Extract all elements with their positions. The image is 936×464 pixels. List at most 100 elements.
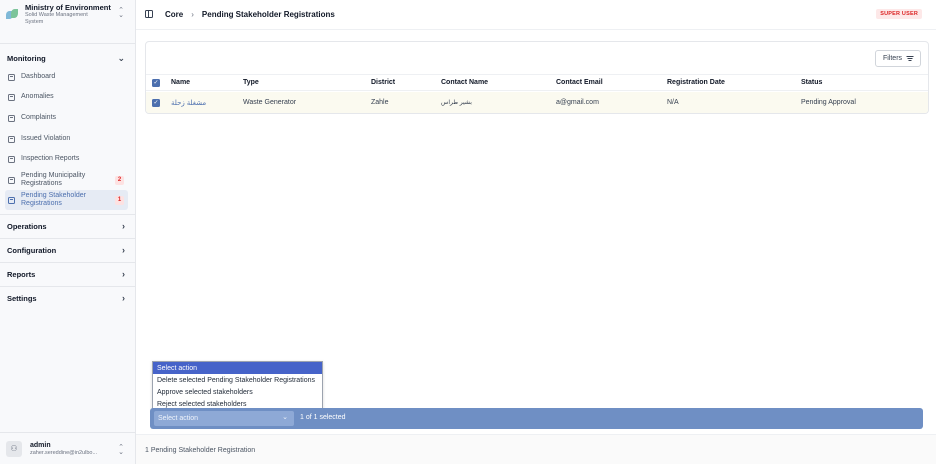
- sidebar-item-label-group: Pending Stakeholder Registrations: [21, 192, 115, 209]
- brand-subtitle-line2: System: [25, 18, 44, 25]
- brand-title: Ministry of Environment: [25, 3, 111, 12]
- sidebar-item-label: Pending Stakeholder: [21, 191, 86, 199]
- sidebar-item-label-line2: Registrations: [21, 200, 62, 207]
- chevron-up-down-icon[interactable]: ⌃ ⌄: [118, 7, 124, 19]
- section-label: Operations: [7, 221, 47, 231]
- cell-contact-email: a@gmail.com: [556, 99, 599, 106]
- sidebar-item-label: Dashboard: [21, 72, 56, 80]
- document-icon: [8, 176, 15, 184]
- section-label: Configuration: [7, 245, 57, 255]
- column-header-contact-email[interactable]: Contact Email: [556, 75, 603, 90]
- divider: [0, 43, 136, 44]
- sidebar-item-complaints[interactable]: Complaints: [5, 112, 128, 124]
- bulk-action-bar: Select action ⌄ 1 of 1 selected: [150, 408, 923, 429]
- section-operations[interactable]: Operations ›: [7, 220, 125, 232]
- table-header: ✓ Name Type District Contact Name Contac…: [146, 74, 928, 91]
- user-email: zaher.sereddine@in2ulbo...: [30, 449, 98, 456]
- cell-type: Waste Generator: [243, 99, 297, 106]
- count-badge: 2: [115, 175, 124, 185]
- divider: [0, 214, 136, 215]
- sidebar-toggle-icon[interactable]: [145, 10, 153, 18]
- select-all-checkbox[interactable]: ✓: [152, 75, 160, 90]
- section-label: Monitoring: [7, 53, 46, 63]
- chevron-right-icon: ›: [122, 245, 125, 255]
- action-option-select[interactable]: Select action: [153, 362, 322, 374]
- selection-count: 1 of 1 selected: [300, 414, 346, 421]
- column-header-name[interactable]: Name: [171, 75, 190, 90]
- checkmark-icon: ✓: [152, 78, 160, 87]
- user-icon: ⚇: [10, 444, 18, 453]
- section-label: Reports: [7, 269, 36, 279]
- sidebar-item-label-line2: Registrations: [21, 180, 62, 187]
- sidebar-item-pending-municipality[interactable]: Pending Municipality Registrations 2: [5, 170, 128, 190]
- chevron-down-icon: ⌄: [117, 52, 125, 63]
- results-footer: 1 Pending Stakeholder Registration: [136, 434, 936, 464]
- chevron-right-icon: ›: [122, 293, 125, 303]
- sidebar-item-anomalies[interactable]: Anomalies: [5, 91, 128, 103]
- sidebar-item-label: Inspection Reports: [21, 154, 80, 162]
- divider: [0, 286, 136, 287]
- section-reports[interactable]: Reports ›: [7, 268, 125, 280]
- section-monitoring[interactable]: Monitoring ⌄: [7, 52, 125, 64]
- user-name: admin: [30, 441, 51, 449]
- row-checkbox[interactable]: ✓: [152, 92, 160, 113]
- role-badge: SUPER USER: [876, 9, 922, 19]
- chevron-right-icon: ›: [122, 269, 125, 279]
- chevron-up-down-icon[interactable]: ⌃ ⌄: [118, 444, 124, 456]
- document-icon: [8, 93, 15, 101]
- table-row[interactable]: ✓ مشغلة زحلة Waste Generator Zahle بشير …: [146, 92, 928, 113]
- chevron-right-icon: ›: [122, 221, 125, 231]
- ministry-logo-icon: [6, 8, 19, 21]
- cell-district: Zahle: [371, 99, 389, 106]
- sidebar-item-label: Pending Municipality: [21, 171, 86, 179]
- sidebar-item-label-group: Pending Municipality Registrations: [21, 172, 115, 189]
- document-icon: [8, 114, 15, 122]
- sidebar-item-label: Anomalies: [21, 92, 54, 100]
- top-header: Core › Pending Stakeholder Registrations…: [136, 0, 936, 30]
- sidebar: Ministry of Environment Solid Waste Mana…: [0, 0, 136, 464]
- results-summary: 1 Pending Stakeholder Registration: [145, 447, 256, 454]
- chevron-right-icon: ›: [191, 10, 194, 19]
- document-icon: [8, 135, 15, 143]
- divider: [0, 238, 136, 239]
- sidebar-item-label: Complaints: [21, 113, 57, 121]
- checkmark-icon: ✓: [152, 98, 160, 107]
- section-configuration[interactable]: Configuration ›: [7, 244, 125, 256]
- sidebar-item-dashboard[interactable]: Dashboard: [5, 71, 128, 83]
- sidebar-item-label: Issued Violation: [21, 134, 71, 142]
- sidebar-item-issued-violation[interactable]: Issued Violation: [5, 133, 128, 145]
- column-header-type[interactable]: Type: [243, 75, 259, 90]
- column-header-status[interactable]: Status: [801, 75, 822, 90]
- breadcrumb-root[interactable]: Core: [165, 10, 183, 19]
- filters-label: Filters: [882, 55, 903, 62]
- column-header-registration-date[interactable]: Registration Date: [667, 75, 725, 90]
- action-select-value: Select action: [158, 415, 199, 422]
- section-label: Settings: [7, 293, 37, 303]
- cell-registration-date: N/A: [667, 99, 679, 106]
- sidebar-item-inspection-reports[interactable]: Inspection Reports: [5, 153, 128, 165]
- avatar: ⚇: [6, 440, 22, 457]
- document-icon: [8, 155, 15, 163]
- breadcrumb: Core › Pending Stakeholder Registrations: [165, 10, 335, 19]
- divider: [0, 262, 136, 263]
- filters-button[interactable]: Filters: [875, 50, 921, 67]
- registrations-table-card: Filters ✓ Name Type District Contact Nam…: [145, 41, 929, 114]
- column-header-district[interactable]: District: [371, 75, 395, 90]
- page-title: Pending Stakeholder Registrations: [201, 10, 335, 19]
- section-settings[interactable]: Settings ›: [7, 292, 125, 304]
- action-option-approve[interactable]: Approve selected stakeholders: [153, 386, 322, 398]
- document-icon: [8, 73, 15, 81]
- user-menu[interactable]: ⚇ admin zaher.sereddine@in2ulbo... ⌃ ⌄: [0, 432, 136, 464]
- chevron-down-icon: ⌄: [282, 414, 288, 421]
- column-header-contact-name[interactable]: Contact Name: [441, 75, 488, 90]
- brand-header[interactable]: Ministry of Environment Solid Waste Mana…: [0, 0, 136, 30]
- cell-contact-name: بشير طراس: [441, 100, 472, 106]
- action-option-delete[interactable]: Delete selected Pending Stakeholder Regi…: [153, 374, 322, 386]
- filter-icon: [906, 56, 914, 61]
- action-select[interactable]: Select action ⌄: [154, 411, 294, 426]
- cell-name-link[interactable]: مشغلة زحلة: [171, 92, 206, 113]
- document-icon: [8, 196, 15, 204]
- action-dropdown-list[interactable]: Select action Delete selected Pending St…: [152, 361, 323, 411]
- sidebar-item-pending-stakeholder[interactable]: Pending Stakeholder Registrations 1: [5, 190, 128, 210]
- cell-status: Pending Approval: [801, 99, 856, 106]
